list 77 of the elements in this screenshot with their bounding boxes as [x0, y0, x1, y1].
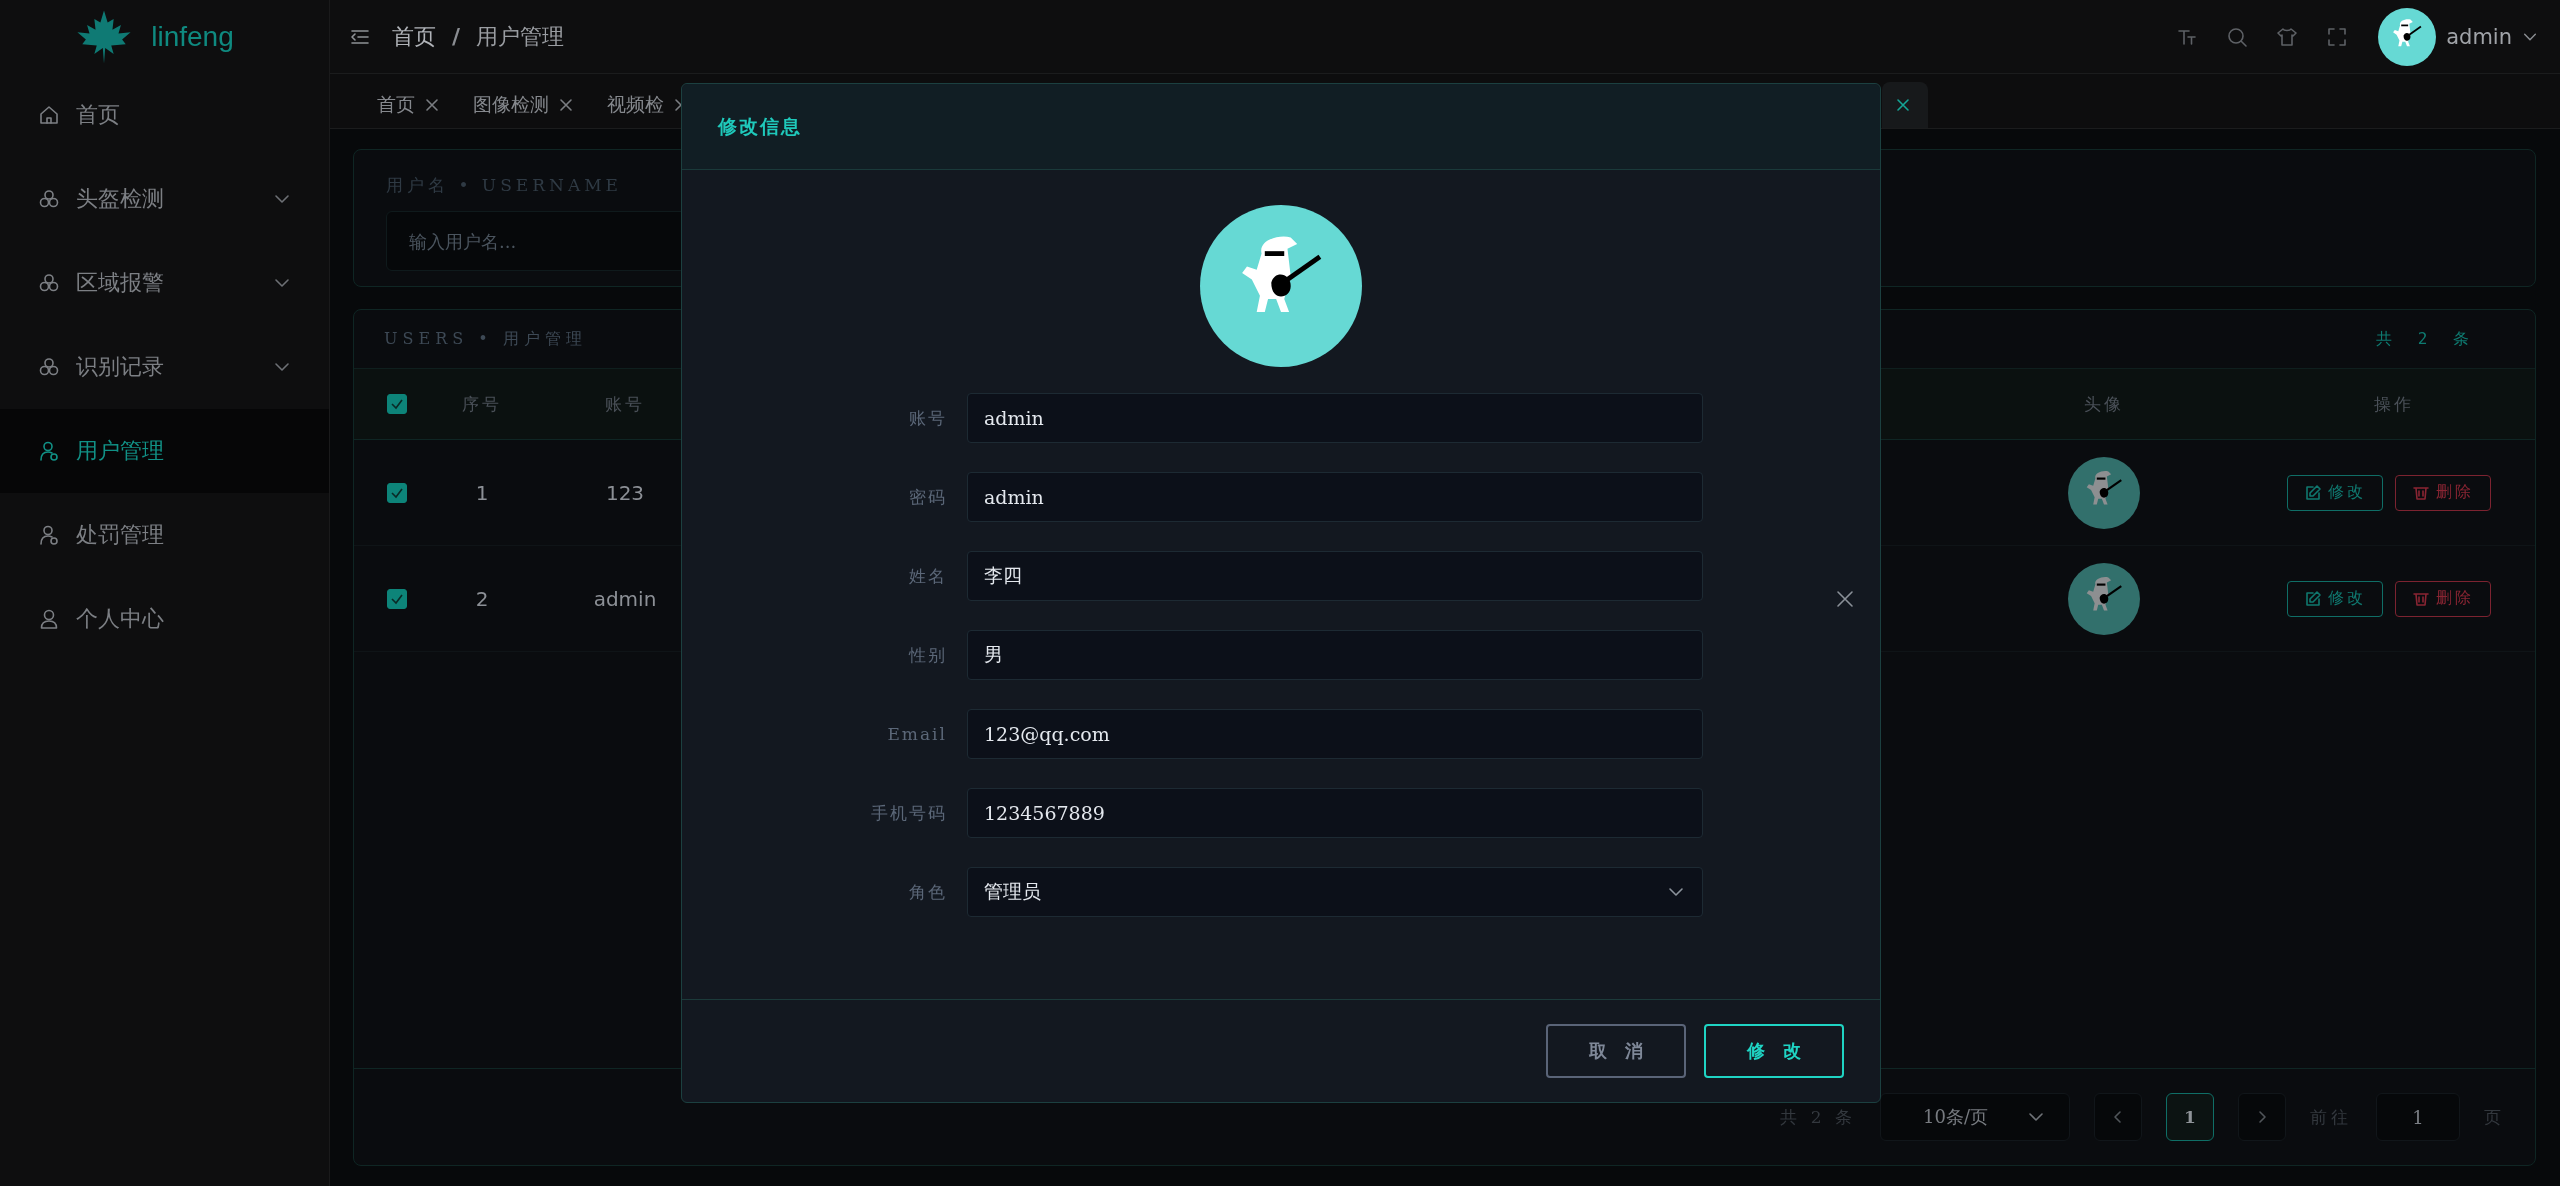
sidebar-item[interactable]: 个人中心	[0, 577, 329, 661]
edit-button[interactable]: 修改	[2287, 580, 2383, 617]
cluster-icon	[38, 272, 60, 294]
logo-text: linfeng	[151, 20, 234, 53]
input-field[interactable]: 男	[967, 630, 1703, 680]
sidebar-item[interactable]: 用户管理	[0, 409, 329, 493]
breadcrumb-item[interactable]: 首页	[392, 21, 436, 52]
role-select[interactable]: 管理员	[967, 867, 1703, 917]
edit-icon	[2304, 589, 2322, 608]
submit-button[interactable]: 修改	[1704, 1024, 1844, 1078]
cluster-icon	[38, 188, 60, 210]
nav-label: 个人中心	[76, 605, 165, 633]
field-label: 姓名	[908, 564, 947, 588]
input-field[interactable]: admin	[967, 472, 1703, 522]
cluster-icon	[38, 356, 60, 378]
page-jump-field[interactable]: 1	[2376, 1093, 2460, 1141]
close-icon[interactable]	[425, 98, 439, 112]
edit-icon	[2304, 483, 2322, 502]
column-header: 头像	[2084, 392, 2124, 416]
record-count: 共 2 条	[2376, 328, 2477, 350]
sidebar-item[interactable]: 识别记录	[0, 325, 329, 409]
person-icon	[38, 608, 60, 630]
user-icon	[38, 524, 60, 546]
nav-label: 首页	[76, 101, 121, 129]
table-title: USERS • 用户管理	[384, 328, 587, 350]
sidebar-item[interactable]: 处罚管理	[0, 493, 329, 577]
field-label: 密码	[908, 485, 947, 509]
tab[interactable]: 图像检测	[456, 82, 590, 128]
input-field[interactable]: 123@qq.com	[967, 709, 1703, 759]
checkbox[interactable]	[387, 482, 407, 503]
input-field[interactable]: admin	[967, 393, 1703, 443]
breadcrumb-item[interactable]: 用户管理	[476, 21, 565, 52]
field-label: 手机号码	[870, 801, 947, 825]
nav-label: 用户管理	[76, 437, 165, 465]
input-field[interactable]: 李四	[967, 551, 1703, 601]
page-size-select[interactable]: 10条/页	[1880, 1093, 2070, 1141]
shirt-icon[interactable]	[2276, 25, 2299, 48]
fullscreen-icon[interactable]	[2326, 25, 2349, 48]
user-name[interactable]: admin	[2446, 24, 2512, 49]
nav-label: 头盔检测	[76, 185, 165, 213]
edit-button[interactable]: 修改	[2287, 474, 2383, 511]
cancel-button[interactable]: 取消	[1546, 1024, 1686, 1078]
tab[interactable]	[1882, 82, 1928, 128]
user-icon	[38, 440, 60, 462]
close-icon[interactable]	[1835, 589, 1855, 609]
field-label: 账号	[908, 406, 947, 430]
close-icon[interactable]	[559, 98, 573, 112]
sidebar-item[interactable]: 头盔检测	[0, 157, 329, 241]
table-cell: 123	[605, 480, 645, 505]
select-value: 管理员	[984, 879, 1041, 904]
select-value: 10条/页	[1923, 1105, 1988, 1129]
tab[interactable]: 首页	[360, 82, 456, 128]
nav-label: 处罚管理	[76, 521, 165, 549]
breadcrumb-separator: /	[452, 24, 461, 49]
table-cell: 2	[475, 586, 489, 611]
search-icon[interactable]	[2226, 25, 2249, 48]
column-header: 账号	[605, 392, 645, 416]
input-field[interactable]: 1234567889	[967, 788, 1703, 838]
close-icon[interactable]	[1896, 98, 1910, 112]
column-header: 序号	[462, 392, 502, 416]
field-label: 角色	[908, 880, 947, 904]
dialog-title: 修改信息	[718, 113, 802, 139]
nav-label: 区域报警	[76, 269, 165, 297]
menu-icon[interactable]	[350, 27, 370, 46]
table-cell: 1	[475, 480, 489, 505]
checkbox[interactable]	[387, 588, 407, 609]
page-button[interactable]: 1	[2166, 1093, 2214, 1141]
avatar	[2378, 7, 2437, 66]
table-cell: admin	[593, 586, 657, 611]
checkbox[interactable]	[387, 394, 407, 414]
sidebar-item[interactable]: 区域报警	[0, 241, 329, 325]
nav-label: 识别记录	[76, 353, 165, 381]
home-icon	[38, 104, 60, 126]
sidebar-item[interactable]: 首页	[0, 73, 329, 157]
column-header: 操作	[2374, 392, 2414, 416]
field-label: Email	[886, 724, 947, 744]
field-label: 性别	[907, 643, 947, 667]
